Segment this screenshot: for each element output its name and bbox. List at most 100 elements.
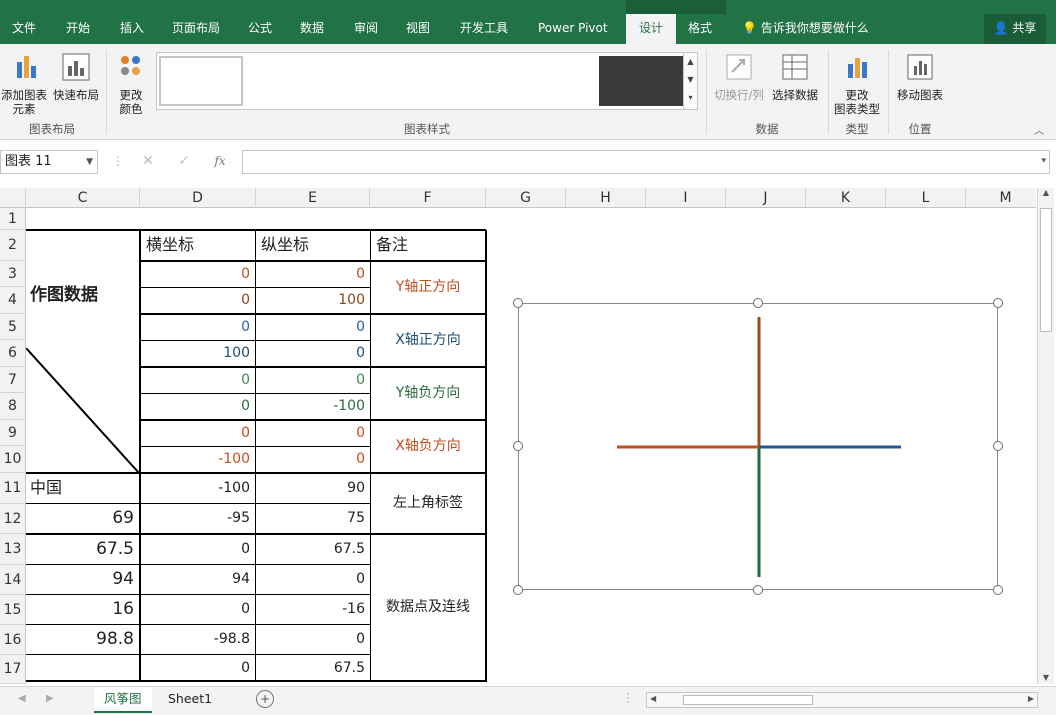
prev-sheet-icon[interactable]: ◀ — [18, 693, 26, 704]
scroll-down-icon[interactable]: ▼ — [1038, 673, 1054, 682]
tab-power-pivot[interactable]: Power Pivot — [530, 14, 616, 44]
row-header[interactable]: 13 — [0, 534, 26, 565]
share-button[interactable]: 👤 共享 — [984, 14, 1046, 44]
row-header[interactable]: 14 — [0, 565, 26, 595]
cell-c13[interactable]: 67.5 — [26, 536, 138, 562]
row-header[interactable]: 9 — [0, 420, 26, 446]
scroll-right-icon[interactable]: ▶ — [1028, 694, 1034, 703]
cell-f-yneg[interactable]: Y轴负方向 — [372, 367, 484, 420]
row-header[interactable]: 10 — [0, 446, 26, 473]
cell-f-xneg[interactable]: X轴负方向 — [372, 420, 484, 473]
col-header-m[interactable]: M — [966, 188, 1036, 208]
tab-view[interactable]: 视图 — [398, 14, 438, 44]
tab-format[interactable]: 格式 — [680, 14, 720, 44]
collapse-ribbon-icon[interactable]: ︿ — [1034, 122, 1044, 137]
row-header[interactable]: 2 — [0, 230, 26, 261]
cell-d7[interactable]: 0 — [142, 367, 254, 393]
scroll-left-icon[interactable]: ◀ — [650, 694, 656, 703]
tab-data[interactable]: 数据 — [292, 14, 332, 44]
add-sheet-icon[interactable]: + — [256, 690, 274, 708]
tab-home[interactable]: 开始 — [58, 14, 98, 44]
cell-d17[interactable]: 0 — [142, 655, 254, 681]
col-header-f[interactable]: F — [370, 188, 486, 208]
cell-e2[interactable]: 纵坐标 — [257, 232, 369, 258]
cell-e5[interactable]: 0 — [257, 314, 369, 340]
cell-c15[interactable]: 16 — [26, 596, 138, 622]
cell-e6[interactable]: 0 — [257, 340, 369, 366]
enter-icon[interactable]: ✓ — [178, 153, 190, 169]
col-header-g[interactable]: G — [486, 188, 566, 208]
gallery-down-icon[interactable]: ▼ — [684, 71, 697, 89]
cell-c12[interactable]: 69 — [26, 505, 138, 531]
switch-row-column-button[interactable]: 切换行/列 — [710, 52, 768, 102]
col-header-i[interactable]: I — [646, 188, 726, 208]
cell-d4[interactable]: 0 — [142, 287, 254, 313]
cell-f-points[interactable]: 数据点及连线 — [372, 535, 484, 680]
tab-split-grip-icon[interactable]: ⋮ — [622, 691, 634, 705]
cell-e4[interactable]: 100 — [257, 287, 369, 313]
add-chart-element-button[interactable]: 添加图表 元素 — [0, 52, 48, 116]
cell-d6[interactable]: 100 — [142, 340, 254, 366]
resize-handle-left[interactable] — [513, 441, 523, 451]
next-sheet-icon[interactable]: ▶ — [46, 693, 54, 704]
cell-e14[interactable]: 0 — [257, 566, 369, 592]
insert-function-icon[interactable]: fx — [214, 154, 225, 168]
expand-formula-icon[interactable]: ▾ — [1041, 156, 1046, 166]
chart-style-4[interactable] — [423, 56, 507, 106]
cell-d13[interactable]: 0 — [142, 536, 254, 562]
cell-e11[interactable]: 90 — [257, 475, 369, 501]
gallery-up-icon[interactable]: ▲ — [684, 53, 697, 71]
cell-c-title[interactable]: 作图数据 — [26, 282, 138, 308]
cell-d14[interactable]: 94 — [142, 566, 254, 592]
col-header-d[interactable]: D — [140, 188, 256, 208]
cell-c11[interactable]: 中国 — [26, 475, 138, 501]
tab-developer[interactable]: 开发工具 — [452, 14, 516, 44]
cell-e13[interactable]: 67.5 — [257, 536, 369, 562]
formula-input[interactable] — [242, 150, 1050, 174]
cell-d16[interactable]: -98.8 — [142, 626, 254, 652]
resize-handle-bottom[interactable] — [753, 585, 763, 595]
select-data-button[interactable]: 选择数据 — [768, 52, 822, 102]
row-header[interactable]: 17 — [0, 655, 26, 684]
gallery-scroll[interactable]: ▲ ▼ ▾ — [683, 53, 697, 109]
cell-f2[interactable]: 备注 — [372, 232, 484, 258]
cell-d10[interactable]: -100 — [142, 446, 254, 472]
chart-area[interactable] — [518, 303, 998, 590]
horizontal-scroll-thumb[interactable] — [683, 695, 813, 705]
cell-e15[interactable]: -16 — [257, 596, 369, 622]
row-header[interactable]: 4 — [0, 287, 26, 314]
col-header-e[interactable]: E — [256, 188, 370, 208]
change-chart-type-button[interactable]: 更改 图表类型 — [830, 52, 884, 116]
row-header[interactable]: 16 — [0, 625, 26, 655]
cell-d11[interactable]: -100 — [142, 475, 254, 501]
chevron-down-icon[interactable]: ▼ — [86, 151, 93, 173]
scroll-up-icon[interactable]: ▲ — [1038, 188, 1054, 202]
cell-f-ypos[interactable]: Y轴正方向 — [372, 261, 484, 314]
vertical-scroll-thumb[interactable] — [1040, 208, 1052, 332]
cell-d9[interactable]: 0 — [142, 420, 254, 446]
cell-f-label[interactable]: 左上角标签 — [372, 474, 484, 533]
tab-review[interactable]: 审阅 — [346, 14, 386, 44]
col-header-j[interactable]: J — [726, 188, 806, 208]
tell-me-search[interactable]: 💡 告诉我你想要做什么 — [742, 14, 869, 44]
tab-formulas[interactable]: 公式 — [240, 14, 280, 44]
row-header[interactable]: 7 — [0, 367, 26, 393]
row-header[interactable]: 12 — [0, 504, 26, 534]
col-header-h[interactable]: H — [566, 188, 646, 208]
cell-d12[interactable]: -95 — [142, 505, 254, 531]
cell-d2[interactable]: 横坐标 — [142, 232, 254, 258]
chart-style-1[interactable] — [159, 56, 243, 106]
col-header-k[interactable]: K — [806, 188, 886, 208]
resize-handle-bottom-left[interactable] — [513, 585, 523, 595]
change-colors-button[interactable]: 更改 颜色 — [110, 52, 152, 116]
cancel-icon[interactable]: ✕ — [142, 153, 154, 169]
cell-e7[interactable]: 0 — [257, 367, 369, 393]
cell-e8[interactable]: -100 — [257, 393, 369, 419]
cell-f-xpos[interactable]: X轴正方向 — [372, 314, 484, 367]
row-header[interactable]: 8 — [0, 393, 26, 420]
tab-page-layout[interactable]: 页面布局 — [164, 14, 228, 44]
worksheet-grid[interactable]: C D E F G H I J K L M 1 2 3 4 5 6 7 8 9 … — [0, 188, 1036, 684]
cell-c14[interactable]: 94 — [26, 566, 138, 592]
resize-handle-bottom-right[interactable] — [993, 585, 1003, 595]
col-header-c[interactable]: C — [26, 188, 140, 208]
